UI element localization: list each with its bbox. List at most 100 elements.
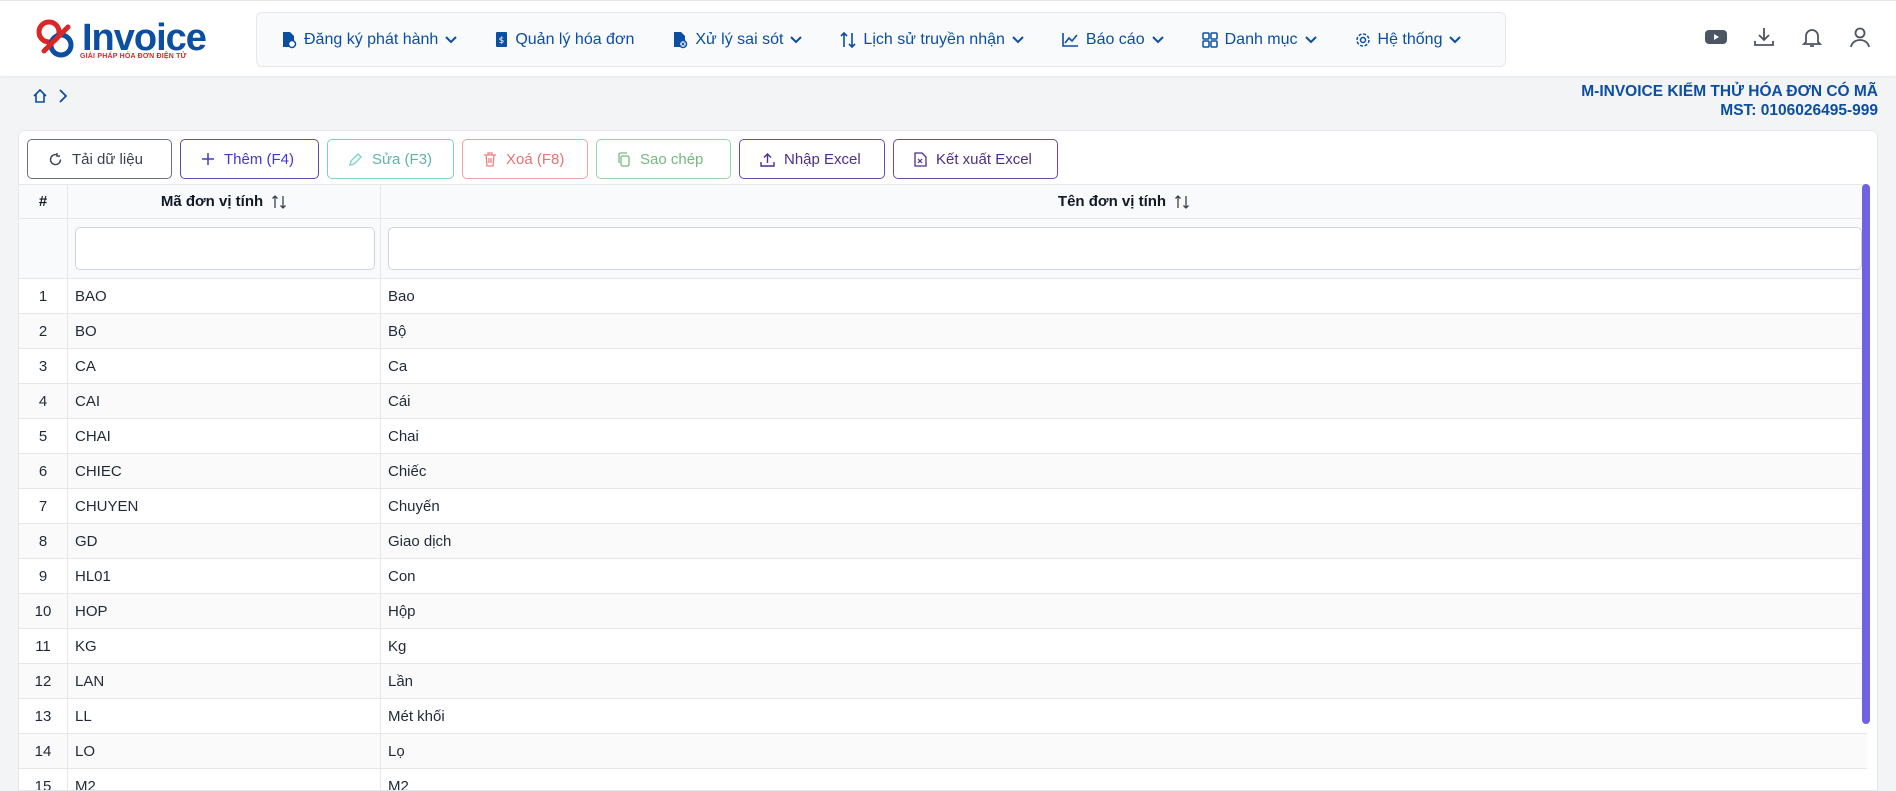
copy-icon (618, 151, 630, 167)
nav-label: Xử lý sai sót (695, 30, 784, 48)
header-code[interactable]: Mã đơn vị tính (68, 185, 381, 218)
excel-file-icon (914, 151, 927, 167)
table-row[interactable]: 8 GD Giao dịch (19, 524, 1867, 559)
table-row[interactable]: 5 CHAI Chai (19, 419, 1867, 454)
chevron-down-icon (790, 35, 803, 43)
cell-code: HOP (68, 594, 381, 628)
nav-item-quan-ly-hoa-don[interactable]: $ Quản lý hóa đơn (495, 31, 634, 49)
main-nav: Đăng ký phát hành $ Quản lý hóa đơn Xử l… (256, 12, 1506, 67)
table-row[interactable]: 9 HL01 Con (19, 559, 1867, 594)
cell-num: 4 (19, 384, 68, 418)
swap-vertical-icon (840, 31, 856, 48)
company-name: M-INVOICE KIỂM THỬ HÓA ĐƠN CÓ MÃ (1581, 83, 1878, 100)
chevron-down-icon (445, 35, 458, 43)
cell-name: M2 (388, 777, 409, 791)
cell-code: CHAI (68, 419, 381, 453)
nav-label: Báo cáo (1085, 30, 1145, 48)
grid-icon (1201, 31, 1218, 48)
cell-code: KG (68, 629, 381, 663)
delete-button[interactable]: Xoá (F8) (462, 139, 588, 179)
invoice-logo[interactable]: Invoice GIẢI PHÁP HÓA ĐƠN ĐIỆN TỬ (34, 17, 207, 65)
add-button[interactable]: Thêm (F4) (180, 139, 319, 179)
table-row[interactable]: 7 CHUYEN Chuyến (19, 489, 1867, 524)
cell-num: 7 (19, 489, 68, 523)
cell-num: 2 (19, 314, 68, 348)
table-row[interactable]: 11 KG Kg (19, 629, 1867, 664)
youtube-icon[interactable] (1704, 25, 1728, 49)
refresh-icon (49, 152, 62, 165)
gear-icon (1355, 32, 1370, 47)
download-icon[interactable] (1752, 25, 1776, 49)
table-row[interactable]: 15 M2 M2 (19, 769, 1867, 791)
edit-button[interactable]: Sửa (F3) (327, 139, 454, 179)
filter-name-input[interactable] (388, 227, 1862, 270)
table-row[interactable]: 14 LO Lọ (19, 734, 1867, 769)
logo-tagline: GIẢI PHÁP HÓA ĐƠN ĐIỆN TỬ (80, 53, 187, 60)
nav-item-he-thong[interactable]: Hệ thống (1355, 31, 1462, 49)
nav-item-bao-cao[interactable]: Báo cáo (1062, 31, 1164, 49)
nav-item-dang-ky-phat-hanh[interactable]: Đăng ký phát hành (281, 30, 458, 49)
export-label: Kết xuất Excel (936, 150, 1032, 168)
filter-code-input[interactable] (75, 227, 375, 270)
user-icon[interactable] (1848, 25, 1872, 49)
table-header: # Mã đơn vị tính Tên đơn vị tính (19, 184, 1867, 219)
cell-num: 8 (19, 524, 68, 558)
table-scrollbar[interactable] (1862, 184, 1870, 724)
nav-item-danh-muc[interactable]: Danh mục (1201, 31, 1317, 49)
bell-icon[interactable] (1800, 25, 1824, 49)
cell-code: CA (68, 349, 381, 383)
invoice-dollar-icon: $ (496, 32, 508, 47)
home-icon[interactable] (32, 88, 48, 108)
table-row[interactable]: 13 LL Mét khối (19, 699, 1867, 734)
cell-num: 9 (19, 559, 68, 593)
cell-code: LAN (68, 664, 381, 698)
cell-name: Bao (388, 287, 415, 305)
reload-button[interactable]: Tải dữ liệu (27, 139, 172, 179)
nav-item-xu-ly-sai-sot[interactable]: Xử lý sai sót (672, 30, 803, 49)
sort-icon[interactable] (1174, 194, 1190, 210)
plus-icon (202, 153, 214, 165)
cell-name: Lần (388, 672, 414, 690)
nav-item-lich-su-truyen-nhan[interactable]: Lịch sử truyền nhận (840, 31, 1024, 49)
cell-name: Cái (388, 392, 411, 410)
filter-num-cell (19, 219, 68, 278)
chevron-right-icon (58, 89, 68, 107)
cell-code: BAO (68, 279, 381, 313)
import-excel-button[interactable]: Nhập Excel (739, 139, 885, 179)
export-excel-button[interactable]: Kết xuất Excel (893, 139, 1058, 179)
file-badge-icon (283, 31, 297, 48)
header-code-label: Mã đơn vị tính (160, 193, 264, 210)
upload-icon (760, 152, 775, 167)
cell-name: Bộ (388, 322, 407, 340)
cell-num: 12 (19, 664, 68, 698)
table-row[interactable]: 6 CHIEC Chiếc (19, 454, 1867, 489)
file-error-icon (674, 31, 688, 48)
table-row[interactable]: 2 BO Bộ (19, 314, 1867, 349)
copy-label: Sao chép (640, 150, 704, 168)
cell-code: BO (68, 314, 381, 348)
sort-icon[interactable] (271, 194, 287, 210)
cell-name: Chiếc (388, 462, 427, 480)
cell-num: 6 (19, 454, 68, 488)
table-row[interactable]: 3 CA Ca (19, 349, 1867, 384)
cell-name: Con (388, 567, 416, 585)
company-info: M-INVOICE KIỂM THỬ HÓA ĐƠN CÓ MÃ MST: 01… (1581, 82, 1878, 120)
chevron-down-icon (1449, 35, 1462, 43)
nav-label: Đăng ký phát hành (304, 30, 439, 48)
table-row[interactable]: 12 LAN Lần (19, 664, 1867, 699)
cell-name: Lọ (388, 742, 405, 760)
table-row[interactable]: 10 HOP Hộp (19, 594, 1867, 629)
cell-code: CHUYEN (68, 489, 381, 523)
top-header: Invoice GIẢI PHÁP HÓA ĐƠN ĐIỆN TỬ Đăng k… (0, 0, 1896, 76)
cell-num: 1 (19, 279, 68, 313)
cell-name: Ca (388, 357, 408, 375)
table-row[interactable]: 4 CAI Cái (19, 384, 1867, 419)
delete-label: Xoá (F8) (506, 150, 565, 168)
unit-list-panel: Tải dữ liệu Thêm (F4) Sửa (F3) Xoá (F8) … (18, 130, 1878, 791)
table-row[interactable]: 1 BAO Bao (19, 279, 1867, 314)
cell-num: 13 (19, 699, 68, 733)
header-name[interactable]: Tên đơn vị tính (381, 185, 1867, 218)
chevron-down-icon (1012, 35, 1024, 43)
copy-button[interactable]: Sao chép (596, 139, 731, 179)
reload-label: Tải dữ liệu (72, 150, 143, 168)
